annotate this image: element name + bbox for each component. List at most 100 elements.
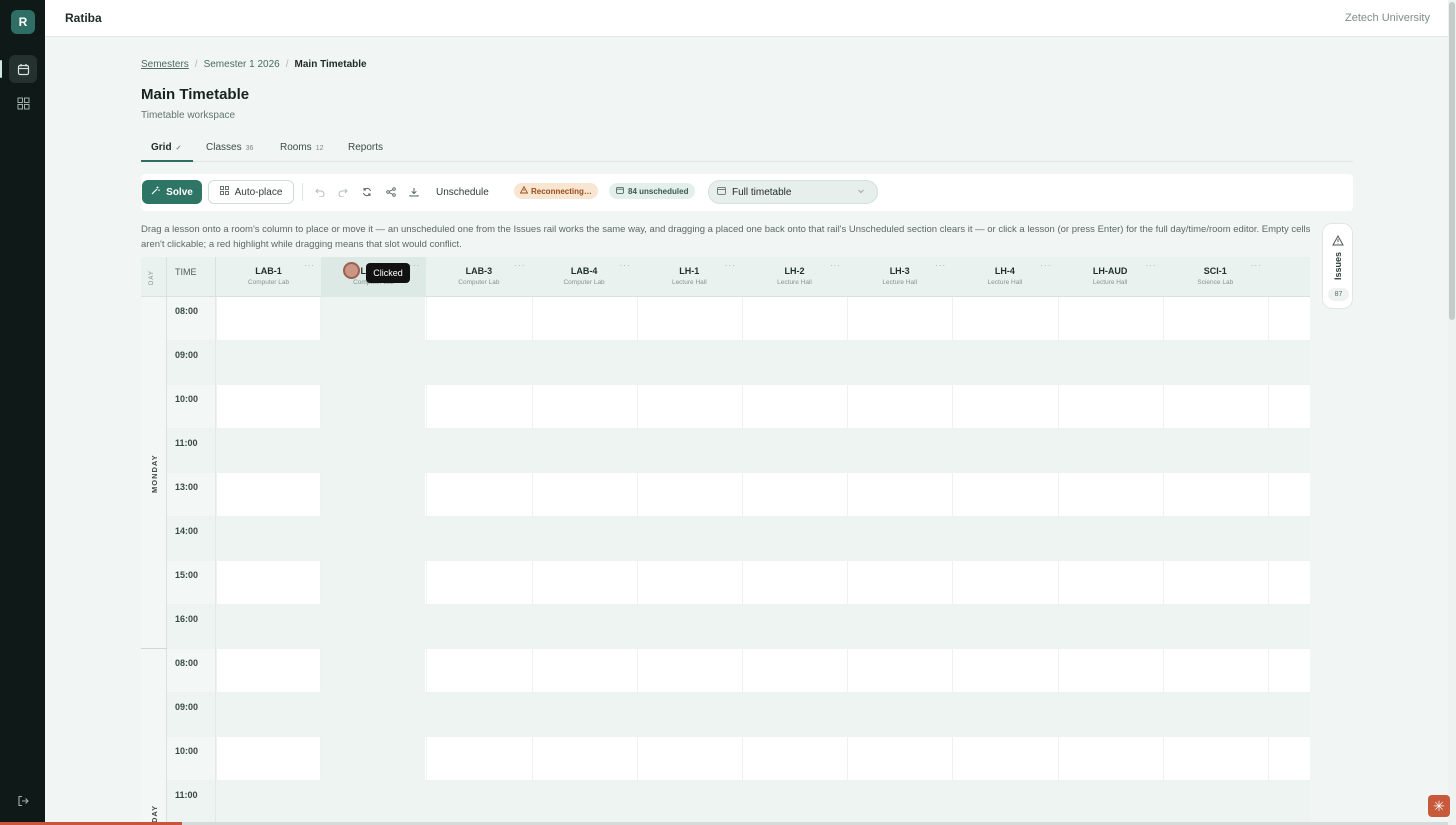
toolbar-divider (302, 183, 303, 201)
time-row: 10:00 (167, 737, 1310, 781)
room-column-header[interactable]: LH-4 Lecture Hall ··· (952, 257, 1057, 297)
time-row: 16:00 (167, 605, 1310, 649)
issues-rail-toggle[interactable]: Issues 87 (1322, 223, 1353, 309)
time-label: 11:00 (175, 790, 198, 800)
room-column-header[interactable]: LAB-4 Computer Lab ··· (532, 257, 637, 297)
tab-reports[interactable]: Reports (348, 142, 383, 153)
page-scrollbar[interactable] (1448, 0, 1456, 825)
time-row: 09:00 (167, 693, 1310, 737)
time-label: 11:00 (175, 438, 198, 448)
refresh-icon[interactable] (361, 186, 373, 198)
more-options-icon[interactable]: ··· (304, 261, 315, 270)
day-band: MONDAY (141, 297, 167, 649)
time-cell (167, 473, 216, 517)
time-cell (167, 693, 216, 737)
more-options-icon[interactable]: ··· (725, 261, 736, 270)
tab-classes[interactable]: Classes 36 (206, 142, 253, 153)
room-column-header[interactable]: SSemi··· (1268, 257, 1310, 297)
time-cell (167, 517, 216, 561)
grid-icon[interactable] (9, 89, 37, 117)
scrollbar-thumb[interactable] (1449, 2, 1455, 320)
more-options-icon[interactable]: ··· (1146, 261, 1157, 270)
time-cell (167, 297, 216, 341)
time-label: 13:00 (175, 482, 199, 492)
unscheduled-count-badge[interactable]: 84 unscheduled (609, 183, 696, 199)
assistant-launcher-icon[interactable]: ✳ (1428, 795, 1450, 817)
undo-icon[interactable] (314, 186, 326, 198)
more-options-icon[interactable]: ··· (409, 261, 420, 270)
more-options-icon[interactable]: ··· (620, 261, 631, 270)
auto-place-button[interactable]: Auto-place (208, 180, 294, 204)
breadcrumb-separator: / (285, 59, 289, 70)
tab-label: Rooms (280, 142, 312, 153)
warning-icon (1332, 233, 1344, 251)
tab-count: ✓ (175, 145, 182, 152)
tab-label: Reports (348, 142, 384, 153)
app-logo[interactable]: R (11, 10, 35, 34)
tab-label: Grid (151, 142, 172, 153)
day-label: MONDAY (150, 454, 159, 493)
issues-count-badge: 87 (1328, 288, 1349, 301)
tab-grid[interactable]: Grid ✓ (140, 142, 195, 162)
breadcrumb-semester[interactable]: Semester 1 2026 (204, 59, 280, 70)
time-label: 16:00 (175, 614, 199, 624)
room-column-header[interactable]: LH-2 Lecture Hall ··· (742, 257, 847, 297)
logout-icon[interactable] (9, 787, 37, 815)
more-options-icon[interactable]: ··· (514, 261, 525, 270)
view-select-value: Full timetable (732, 186, 792, 198)
unschedule-button[interactable]: Unschedule (436, 187, 489, 198)
redo-icon[interactable] (337, 186, 349, 198)
time-row: 10:00 (167, 385, 1310, 429)
time-row: 15:00 (167, 561, 1310, 605)
connection-status-text: Reconnecting… (531, 186, 592, 196)
calendar-icon (616, 186, 624, 196)
room-column-header[interactable]: LAB-1 Computer Lab ··· (216, 257, 321, 297)
share-icon[interactable] (385, 186, 397, 198)
time-row: 09:00 (167, 341, 1310, 385)
room-type: Computer Lab (563, 279, 605, 286)
room-column-header[interactable]: LH-3 Lecture Hall ··· (847, 257, 952, 297)
tab-bar: Grid ✓ Classes 36 Rooms 12 Reports (140, 138, 1353, 162)
solve-label: Solve (166, 186, 193, 198)
time-cell (167, 781, 216, 825)
calendar-icon[interactable] (9, 55, 37, 83)
room-column-header[interactable]: LAB-3 Computer Lab ··· (426, 257, 531, 297)
more-options-icon[interactable]: ··· (830, 261, 841, 270)
room-column-header[interactable]: LH-1 Lecture Hall ··· (637, 257, 742, 297)
click-indicator (343, 262, 360, 279)
room-type: Lecture Hall (1092, 279, 1128, 286)
issues-label: Issues (1333, 251, 1343, 280)
download-icon[interactable] (408, 186, 420, 198)
tooltip: Clicked (366, 263, 410, 283)
time-row: 13:00 (167, 473, 1310, 517)
tab-label: Classes (206, 142, 242, 153)
time-label: 15:00 (175, 570, 199, 580)
more-options-icon[interactable]: ··· (1251, 261, 1262, 270)
room-column-header[interactable]: SCI-1 Science Lab ··· (1163, 257, 1268, 297)
view-select[interactable]: Full timetable (708, 180, 878, 204)
room-type: Lecture Hall (777, 279, 812, 286)
time-label: 09:00 (175, 702, 199, 712)
time-cell (167, 737, 216, 781)
top-bar: Ratiba Zetech University (45, 0, 1456, 37)
more-options-icon[interactable]: ··· (1040, 261, 1051, 270)
room-type: Computer Lab (247, 279, 290, 286)
time-cell (167, 649, 216, 693)
day-label: DAY (150, 804, 159, 823)
grid-header: DAY TIME LAB-1Computer Lab···LAB-2Comput… (141, 257, 1310, 297)
room-column-header[interactable]: LH-AUD Lecture Hall ··· (1058, 257, 1163, 297)
time-cell (167, 605, 216, 649)
breadcrumb-separator: / (194, 59, 198, 70)
time-column-header: TIME (167, 257, 216, 297)
day-column-header: DAY (141, 257, 167, 297)
tab-rooms[interactable]: Rooms 12 (280, 142, 323, 153)
time-row: 08:00 (167, 649, 1310, 693)
time-label: 10:00 (175, 746, 199, 756)
breadcrumb-semesters[interactable]: Semesters (141, 59, 189, 70)
page-title: Main Timetable (141, 86, 250, 103)
time-cell (167, 341, 216, 385)
day-band: DAY (141, 649, 167, 825)
more-options-icon[interactable]: ··· (935, 261, 946, 270)
solve-button[interactable]: Solve (142, 180, 202, 204)
room-type: Science Lab (1197, 279, 1234, 286)
